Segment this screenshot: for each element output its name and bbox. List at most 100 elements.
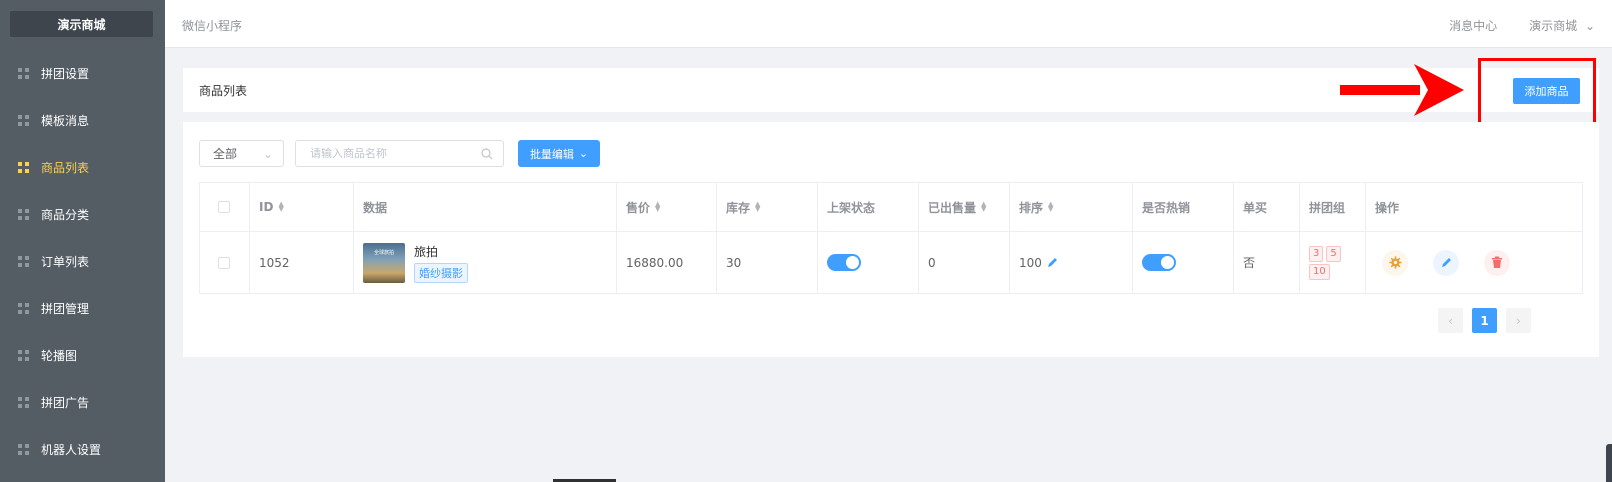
header-sold[interactable]: 已出售量 ▲ ▼ (919, 183, 1010, 231)
chevron-down-icon: ⌄ (1584, 19, 1595, 33)
header-single: 单买 (1234, 183, 1300, 231)
header-id[interactable]: ID ▲ ▼ (250, 183, 354, 231)
sidebar-item-label: 商品列表 (41, 161, 90, 175)
sidebar-item-group-settings[interactable]: 拼团设置 (0, 50, 165, 97)
store-name: 演示商城 (1529, 19, 1578, 33)
header-price-label: 售价 (626, 200, 651, 215)
sidebar-item-label: 轮播图 (41, 349, 78, 363)
table-header-row: ID ▲▼ 数据 售价 ▲▼ 库存 ▲▼ 上架状态 已出售量 ▲▼ 排序 (200, 183, 1582, 232)
grid-icon (18, 444, 29, 455)
product-table: ID ▲▼ 数据 售价 ▲▼ 库存 ▲▼ 上架状态 已出售量 ▲▼ 排序 (199, 182, 1583, 294)
cell-single: 否 (1234, 232, 1300, 293)
chevron-down-icon: ⌄ (262, 146, 273, 161)
grid-icon (18, 256, 29, 267)
header-groups: 拼团组 (1300, 183, 1366, 231)
search-input[interactable] (310, 147, 481, 160)
group-tag: 10 (1309, 263, 1330, 280)
sidebar-item-product-list[interactable]: 商品列表 (0, 144, 165, 191)
sort-icon[interactable]: ▲ ▼ (755, 201, 760, 213)
sidebar-item-label: 拼团广告 (41, 396, 90, 410)
page-title: 商品列表 (199, 84, 248, 98)
status-filter-select[interactable]: 全部 ⌄ (199, 140, 284, 167)
batch-edit-label: 批量编辑 (529, 147, 574, 161)
sidebar-item-robot-settings[interactable]: 机器人设置 (0, 426, 165, 473)
settings-button[interactable] (1382, 249, 1408, 276)
header-groups-label: 拼团组 (1309, 200, 1346, 215)
row-select-cell (200, 232, 250, 293)
sidebar-item-group-ads[interactable]: 拼团广告 (0, 379, 165, 426)
header-id-label: ID (259, 200, 274, 214)
trash-icon (1492, 256, 1502, 268)
header-single-label: 单买 (1243, 200, 1268, 215)
message-center-link[interactable]: 消息中心 (1449, 17, 1497, 34)
on-shelf-toggle[interactable] (827, 254, 861, 271)
group-tags: 3 5 10 (1309, 245, 1349, 280)
prev-page-button[interactable]: ‹ (1438, 308, 1463, 333)
product-thumbnail[interactable]: 全球旅拍 (363, 242, 405, 283)
table-row: 1052 全球旅拍 旅拍 婚纱摄影 16880.00 30 0 100 否 3 … (200, 232, 1582, 293)
edit-icon (1441, 258, 1451, 267)
pencil-icon[interactable] (1046, 256, 1059, 269)
sidebar-item-template-messages[interactable]: 模板消息 (0, 97, 165, 144)
header-data-label: 数据 (363, 200, 388, 215)
grid-icon (18, 209, 29, 220)
sort-icon[interactable]: ▲ ▼ (1048, 201, 1053, 213)
next-page-button[interactable]: › (1506, 308, 1531, 333)
cell-hot (1133, 232, 1234, 293)
header-actions: 消息中心 演示商城 ⌄ (1449, 17, 1595, 34)
sidebar-item-group-management[interactable]: 拼团管理 (0, 285, 165, 332)
grid-icon (18, 68, 29, 79)
hot-sale-toggle[interactable] (1142, 254, 1176, 271)
group-tag: 5 (1326, 245, 1341, 262)
search-icon[interactable] (481, 147, 493, 160)
group-tag: 3 (1309, 245, 1324, 262)
delete-button[interactable] (1484, 249, 1510, 276)
cell-status (818, 232, 919, 293)
brand-logo[interactable]: 演示商城 (10, 11, 153, 37)
header-status-label: 上架状态 (827, 200, 876, 215)
header-hot-label: 是否热销 (1142, 200, 1191, 215)
page-number[interactable]: 1 (1472, 308, 1497, 333)
sort-icon[interactable]: ▲ ▼ (981, 201, 986, 213)
search-box (295, 140, 504, 167)
sidebar-item-order-list[interactable]: 订单列表 (0, 238, 165, 285)
grid-icon (18, 115, 29, 126)
header-sort[interactable]: 排序 ▲ ▼ (1010, 183, 1133, 231)
header-ops: 操作 (1366, 183, 1582, 231)
header-stock-label: 库存 (726, 200, 751, 215)
pagination: ‹ 1 › (1438, 308, 1531, 333)
sidebar-item-label: 商品分类 (41, 208, 90, 222)
header-hot: 是否热销 (1133, 183, 1234, 231)
store-dropdown[interactable]: 演示商城 ⌄ (1529, 17, 1595, 34)
breadcrumb: 微信小程序 (182, 19, 243, 33)
sidebar-item-product-category[interactable]: 商品分类 (0, 191, 165, 238)
sidebar-item-label: 拼团管理 (41, 302, 90, 316)
cell-stock: 30 (717, 232, 818, 293)
sidebar-item-label: 机器人设置 (41, 443, 102, 457)
select-all-checkbox[interactable] (218, 201, 230, 213)
sidebar-item-carousel[interactable]: 轮播图 (0, 332, 165, 379)
header-select-cell (200, 183, 250, 231)
header-data: 数据 (354, 183, 617, 231)
top-header: 微信小程序 消息中心 演示商城 ⌄ (165, 0, 1612, 48)
scrollbar-edge[interactable] (1606, 444, 1612, 482)
status-filter-value: 全部 (213, 147, 238, 161)
edit-button[interactable] (1433, 249, 1459, 276)
gear-icon (1388, 256, 1402, 269)
chevron-down-icon: ⌄ (578, 147, 589, 160)
header-ops-label: 操作 (1375, 200, 1400, 215)
header-sold-label: 已出售量 (928, 200, 977, 215)
row-checkbox[interactable] (218, 256, 230, 269)
sort-icon[interactable]: ▲ ▼ (278, 201, 283, 213)
sidebar: 演示商城 拼团设置 模板消息 商品列表 商品分类 订单列表 拼团管理 轮播图 拼… (0, 0, 165, 482)
cell-sort: 100 (1010, 232, 1133, 293)
batch-edit-dropdown[interactable]: 批量编辑 ⌄ (518, 140, 600, 167)
sort-icon[interactable]: ▲ ▼ (655, 201, 660, 213)
sidebar-menu: 拼团设置 模板消息 商品列表 商品分类 订单列表 拼团管理 轮播图 拼团广告 机… (0, 50, 165, 473)
header-stock[interactable]: 库存 ▲ ▼ (717, 183, 818, 231)
header-price[interactable]: 售价 ▲ ▼ (617, 183, 717, 231)
sort-value: 100 (1019, 255, 1042, 270)
cell-ops (1366, 232, 1582, 293)
cell-sold: 0 (919, 232, 1010, 293)
red-arrow-annotation (1340, 64, 1464, 116)
